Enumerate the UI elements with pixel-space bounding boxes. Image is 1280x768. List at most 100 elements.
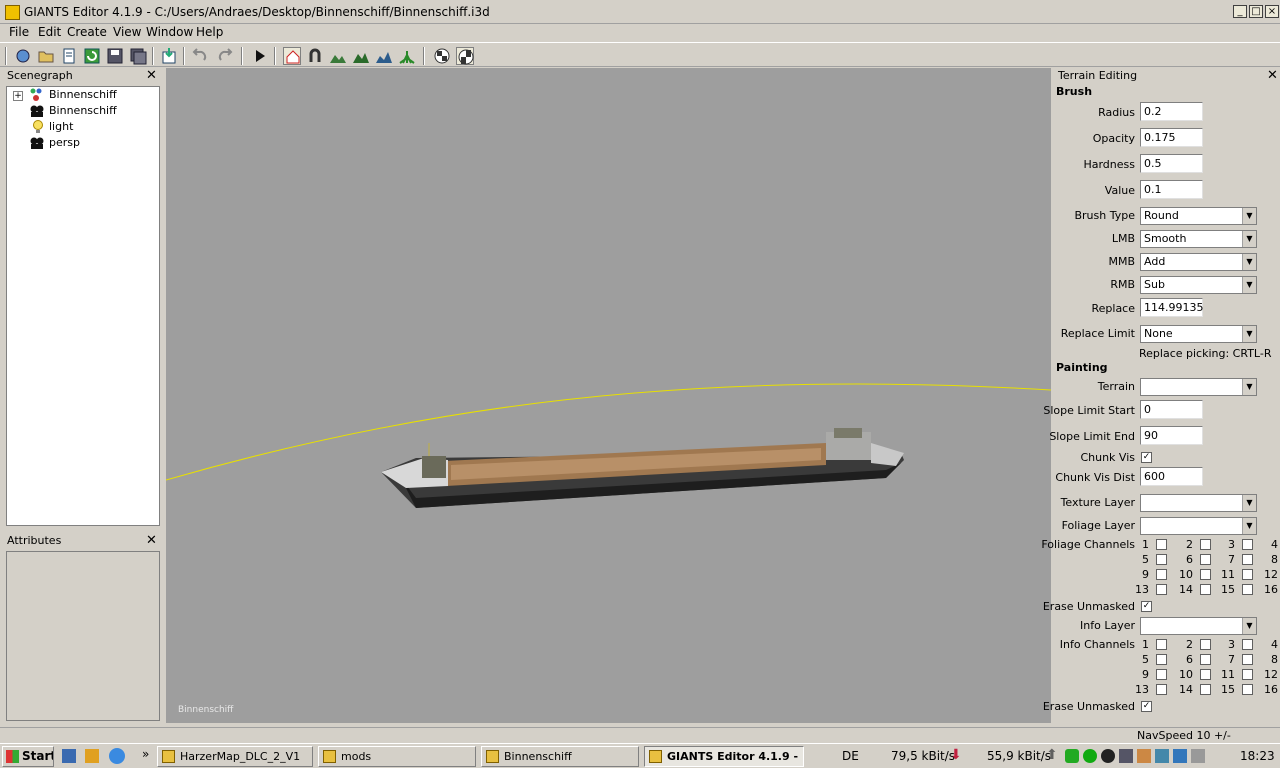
menu-create[interactable]: Create <box>67 25 107 39</box>
erase-unmasked-checkbox-2[interactable]: ✓ <box>1141 701 1152 712</box>
info-layer-select[interactable]: ▼ <box>1140 617 1257 635</box>
refresh-icon[interactable] <box>83 47 101 65</box>
hardness-label: Hardness <box>1083 158 1135 171</box>
display-tray-icon[interactable] <box>1119 749 1133 763</box>
save-icon[interactable] <box>106 47 124 65</box>
slope-limit-end-input[interactable]: 90 <box>1140 426 1203 445</box>
quicklaunch-more-icon[interactable]: » <box>142 747 149 761</box>
menu-help[interactable]: Help <box>196 25 223 39</box>
tree-item-label[interactable]: light <box>49 119 73 135</box>
info-channel-checkbox[interactable] <box>1156 639 1167 650</box>
radius-input[interactable]: 0.2 <box>1140 102 1203 121</box>
foliage-channel-checkbox[interactable] <box>1156 554 1167 565</box>
info-channel-checkbox[interactable] <box>1200 669 1211 680</box>
redo-icon[interactable] <box>216 47 234 65</box>
attributes-close-icon[interactable]: ✕ <box>146 534 157 547</box>
task-binnenschiff[interactable]: Binnenschiff <box>481 746 639 767</box>
save-all-icon[interactable] <box>129 47 147 65</box>
task-mods[interactable]: mods <box>318 746 476 767</box>
chunk-vis-checkbox[interactable]: ✓ <box>1141 452 1152 463</box>
task-giants-editor[interactable]: GIANTS Editor 4.1.9 - ... <box>644 746 804 767</box>
info-channel-checkbox[interactable] <box>1200 684 1211 695</box>
menu-view[interactable]: View <box>113 25 141 39</box>
network-tray-icon[interactable] <box>1083 749 1097 763</box>
info-channel-checkbox[interactable] <box>1156 684 1167 695</box>
mmb-select[interactable]: Add ▼ <box>1140 253 1257 271</box>
document-icon[interactable] <box>60 47 78 65</box>
tree-item-label[interactable]: persp <box>49 135 80 151</box>
hand-tray-icon[interactable] <box>1137 749 1151 763</box>
menu-window[interactable]: Window <box>146 25 193 39</box>
rmb-select[interactable]: Sub ▼ <box>1140 276 1257 294</box>
terrain-raise-icon[interactable] <box>329 47 347 65</box>
info-channel-checkbox[interactable] <box>1200 654 1211 665</box>
foliage-channel-checkbox[interactable] <box>1200 569 1211 580</box>
foliage-channel-checkbox[interactable] <box>1242 554 1253 565</box>
checker-icon[interactable] <box>433 47 451 65</box>
info-channel-checkbox[interactable] <box>1242 684 1253 695</box>
info-channel-checkbox[interactable] <box>1200 639 1211 650</box>
show-desktop-icon[interactable] <box>62 749 76 763</box>
info-channel-checkbox[interactable] <box>1242 639 1253 650</box>
replace-input[interactable]: 114.99135 <box>1140 298 1204 317</box>
chunk-vis-dist-label: Chunk Vis Dist <box>1055 471 1135 484</box>
erase-unmasked-checkbox[interactable]: ✓ <box>1141 601 1152 612</box>
tree-item-label[interactable]: Binnenschiff <box>49 103 117 119</box>
info-channel-checkbox[interactable] <box>1242 669 1253 680</box>
app-tray-icon[interactable] <box>1101 749 1115 763</box>
tree-item-label[interactable]: Binnenschiff <box>49 87 117 103</box>
home-icon[interactable] <box>283 47 301 65</box>
scenegraph-close-icon[interactable]: ✕ <box>146 69 157 82</box>
close-button[interactable]: × <box>1265 5 1279 18</box>
chunk-vis-dist-input[interactable]: 600 <box>1140 467 1203 486</box>
minimize-button[interactable]: _ <box>1233 5 1247 18</box>
info-channel-checkbox[interactable] <box>1156 669 1167 680</box>
foliage-channel-checkbox[interactable] <box>1200 584 1211 595</box>
foliage-channel-checkbox[interactable] <box>1156 539 1167 550</box>
hardness-input[interactable]: 0.5 <box>1140 154 1203 173</box>
open-icon[interactable] <box>37 47 55 65</box>
lmb-select[interactable]: Smooth ▼ <box>1140 230 1257 248</box>
foliage-icon[interactable] <box>398 47 416 65</box>
foliage-layer-select[interactable]: ▼ <box>1140 517 1257 535</box>
browser-icon[interactable] <box>109 748 125 764</box>
terrain-smooth-icon[interactable] <box>375 47 393 65</box>
terrain-paint-icon[interactable] <box>352 47 370 65</box>
brush-type-select[interactable]: Round ▼ <box>1140 207 1257 225</box>
foliage-channel-checkbox[interactable] <box>1156 584 1167 595</box>
foliage-channel-checkbox[interactable] <box>1242 569 1253 580</box>
replace-limit-select[interactable]: None ▼ <box>1140 325 1257 343</box>
info-channel-checkbox[interactable] <box>1242 654 1253 665</box>
slope-limit-start-input[interactable]: 0 <box>1140 400 1203 419</box>
expand-icon[interactable]: + <box>13 91 23 101</box>
texture-layer-select[interactable]: ▼ <box>1140 494 1257 512</box>
maximize-button[interactable]: □ <box>1249 5 1263 18</box>
task-harzermap[interactable]: HarzerMap_DLC_2_V1 <box>157 746 313 767</box>
menu-file[interactable]: File <box>9 25 29 39</box>
start-button[interactable]: Start <box>2 746 54 767</box>
security-tray-icon[interactable] <box>1065 749 1079 763</box>
terrain-close-icon[interactable]: ✕ <box>1267 69 1278 82</box>
menu-edit[interactable]: Edit <box>38 25 61 39</box>
play-icon[interactable] <box>251 47 269 65</box>
checker-toggle-icon[interactable] <box>456 47 474 65</box>
opacity-input[interactable]: 0.175 <box>1140 128 1203 147</box>
foliage-channel-checkbox[interactable] <box>1242 584 1253 595</box>
language-indicator[interactable]: DE <box>842 749 859 763</box>
connection-tray-icon[interactable] <box>1173 749 1187 763</box>
foliage-channel-checkbox[interactable] <box>1200 539 1211 550</box>
media-player-icon[interactable] <box>85 749 99 763</box>
volume-icon[interactable] <box>1191 749 1205 763</box>
magnet-icon[interactable] <box>306 47 324 65</box>
info-channel-checkbox[interactable] <box>1156 654 1167 665</box>
foliage-channel-checkbox[interactable] <box>1242 539 1253 550</box>
foliage-channel-checkbox[interactable] <box>1156 569 1167 580</box>
3d-viewport[interactable]: Binnenschiff <box>166 68 1051 723</box>
foliage-channel-checkbox[interactable] <box>1200 554 1211 565</box>
import-icon[interactable] <box>160 47 178 65</box>
monitor-tray-icon[interactable] <box>1155 749 1169 763</box>
undo-icon[interactable] <box>191 47 209 65</box>
new-icon[interactable] <box>14 47 32 65</box>
value-input[interactable]: 0.1 <box>1140 180 1203 199</box>
terrain-select[interactable]: ▼ <box>1140 378 1257 396</box>
